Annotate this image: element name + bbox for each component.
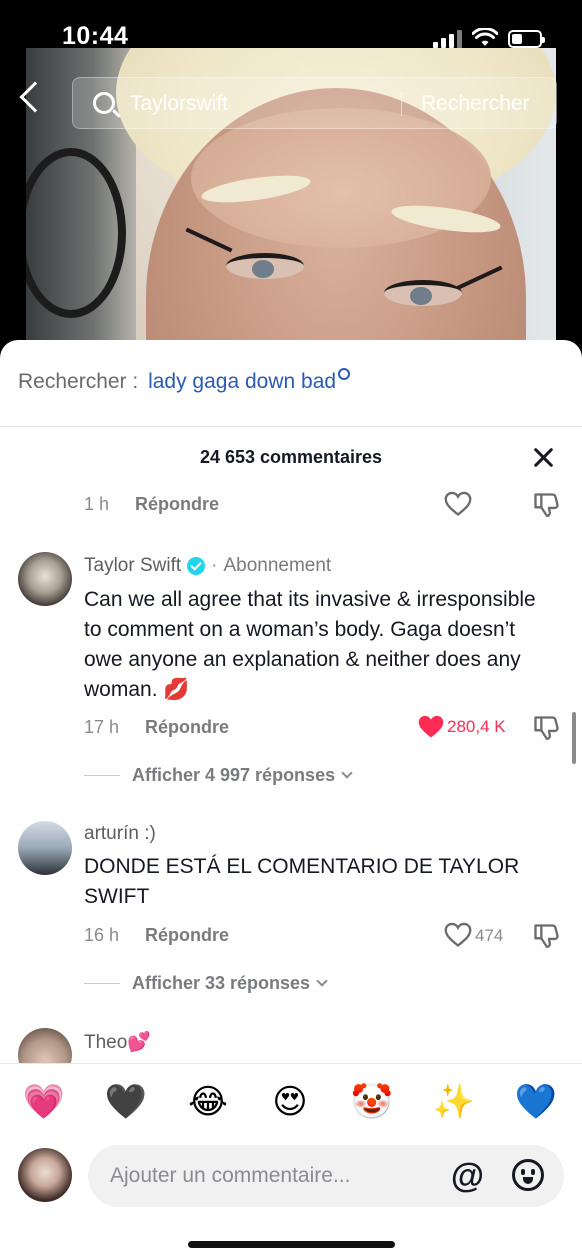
video-background[interactable]: 10:44 Taylorswift Rechercher [0, 0, 582, 380]
emoji-pink-heart[interactable]: 💗 [22, 1082, 66, 1122]
emoji-picker-icon[interactable] [512, 1159, 544, 1191]
emoji-heart-eyes[interactable]: 😍 [268, 1082, 312, 1122]
comment-composer: Ajouter un commentaire... @ [0, 1141, 582, 1260]
like-count: 280,4 K [447, 717, 506, 736]
separator: · [211, 555, 218, 576]
comment-time: 1 h [84, 494, 110, 514]
status-bar: 10:44 [0, 0, 582, 50]
comment-meta: 1 h Répondre [84, 494, 219, 515]
comment-input[interactable]: Ajouter un commentaire... @ [88, 1145, 564, 1207]
emoji-black-heart[interactable]: 🖤 [104, 1082, 148, 1122]
emoji-laughing[interactable]: 😂 [186, 1082, 230, 1122]
replies-line [84, 983, 120, 984]
username[interactable]: arturín :) [84, 823, 156, 845]
avatar[interactable] [18, 552, 72, 606]
status-icons [433, 28, 545, 48]
emoji-sparkles[interactable]: ✨ [432, 1082, 476, 1122]
view-replies-label[interactable]: Afficher 4 997 réponses [132, 765, 335, 786]
suggestion-search-icon [338, 368, 351, 380]
mention-icon[interactable]: @ [451, 1158, 484, 1194]
wifi-icon [472, 28, 498, 46]
reply-button[interactable]: Répondre [145, 925, 229, 946]
comment-text: DONDE ESTÁ EL COMENTARIO DE TAYLOR SWIFT [84, 855, 520, 908]
replies-line [84, 775, 120, 776]
search-query[interactable]: Taylorswift [130, 92, 228, 116]
reply-button[interactable]: Répondre [135, 494, 219, 515]
reply-button[interactable]: Répondre [145, 717, 229, 738]
comment-author[interactable]: Theo💕 [84, 1030, 151, 1054]
avatar[interactable] [18, 821, 72, 875]
home-indicator [188, 1241, 395, 1248]
like-heart-icon[interactable] [444, 491, 472, 517]
view-replies-button[interactable]: Afficher 4 997 réponses [84, 765, 353, 786]
search-suggestion[interactable]: Rechercher : lady gaga down bad [18, 368, 351, 394]
username[interactable]: Theo💕 [84, 1030, 151, 1054]
search-bar[interactable]: Taylorswift Rechercher [72, 77, 557, 129]
comment-author[interactable]: Taylor Swift · Abonnement [84, 555, 331, 577]
comment-placeholder: Ajouter un commentaire... [110, 1164, 351, 1187]
username[interactable]: Taylor Swift [84, 555, 181, 577]
search-submit-button[interactable]: Rechercher [421, 92, 530, 116]
suggestion-term[interactable]: lady gaga down bad [148, 370, 336, 393]
comment-author[interactable]: arturín :) [84, 823, 156, 845]
view-replies-button[interactable]: Afficher 33 réponses [84, 973, 328, 994]
search-icon [93, 92, 115, 114]
like-count: 474 [475, 926, 504, 945]
emoji-clown[interactable]: 🤡 [350, 1082, 394, 1122]
dislike-icon[interactable] [532, 714, 560, 742]
close-icon[interactable] [532, 446, 554, 468]
eye-right [384, 280, 462, 306]
dislike-icon[interactable] [532, 922, 560, 950]
dislike-icon[interactable] [532, 491, 560, 519]
quick-emoji-bar: 💗 🖤 😂 😍 🤡 ✨ 💙 [0, 1063, 582, 1141]
cellular-signal-icon [433, 30, 462, 48]
like-heart-icon[interactable] [444, 922, 472, 948]
comment-count: 24 653 commentaires [199, 447, 383, 467]
verified-badge-icon [187, 557, 206, 575]
comment-meta: 16 h Répondre [84, 925, 229, 946]
follow-label[interactable]: Abonnement [223, 555, 331, 577]
chevron-down-icon [316, 975, 328, 987]
search-divider [401, 92, 402, 116]
my-avatar[interactable] [18, 1148, 72, 1202]
emoji-blue-heart[interactable]: 💙 [514, 1082, 558, 1122]
comment-time: 16 h [84, 925, 120, 945]
eye-left [226, 253, 304, 279]
suggestion-prefix: Rechercher : [18, 370, 139, 393]
comment-time: 17 h [84, 717, 120, 737]
scrollbar[interactable] [572, 712, 576, 764]
chevron-down-icon [341, 767, 353, 779]
divider [0, 426, 582, 427]
liked-heart-icon[interactable] [417, 714, 445, 740]
view-replies-label[interactable]: Afficher 33 réponses [132, 973, 310, 994]
comment-meta: 17 h Répondre [84, 717, 229, 738]
status-time: 10:44 [62, 22, 129, 50]
comment-text: Can we all agree that its invasive & irr… [84, 588, 536, 701]
battery-icon [508, 30, 545, 48]
